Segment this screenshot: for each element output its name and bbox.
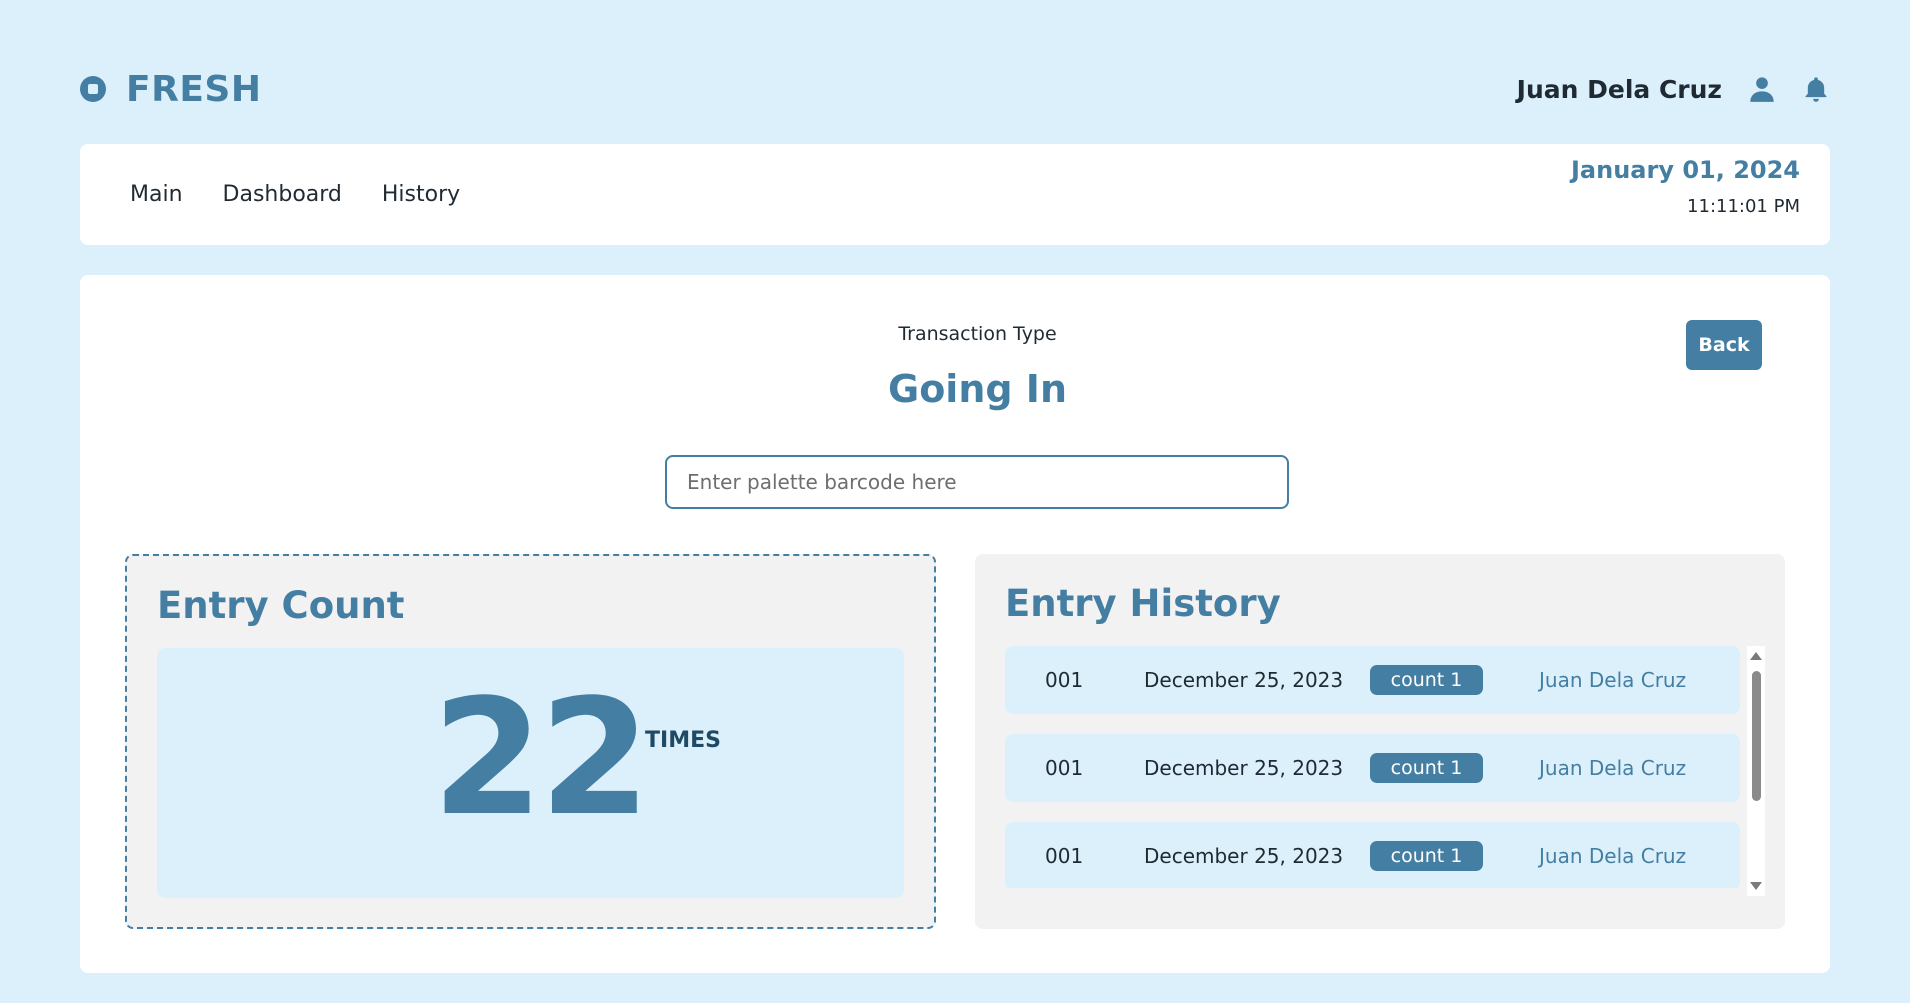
history-row-user: Juan Dela Cruz xyxy=(1539,844,1687,868)
back-button[interactable]: Back xyxy=(1686,320,1762,370)
main-card: Transaction Type Going In Back Entry Cou… xyxy=(80,275,1830,973)
entry-count-box: 22 TIMES xyxy=(157,648,904,898)
entry-count-value: 22 xyxy=(432,664,651,851)
history-scrollbar[interactable] xyxy=(1747,646,1765,896)
entry-count-unit: TIMES xyxy=(645,728,721,753)
history-row[interactable]: 001 December 25, 2023 count 1 Juan Dela … xyxy=(1005,822,1740,888)
brand-logo-icon xyxy=(80,76,106,102)
nav-item-main[interactable]: Main xyxy=(130,182,183,207)
bell-icon[interactable] xyxy=(1802,73,1830,105)
user-icon[interactable] xyxy=(1748,73,1776,105)
history-row-user: Juan Dela Cruz xyxy=(1539,668,1687,692)
entry-count-title: Entry Count xyxy=(157,584,405,627)
scroll-thumb[interactable] xyxy=(1752,671,1761,801)
entry-history-title: Entry History xyxy=(1005,582,1281,625)
nav-links: Main Dashboard History xyxy=(130,182,460,207)
datetime: January 01, 2024 11:11:01 PM xyxy=(1571,144,1800,217)
history-row-date: December 25, 2023 xyxy=(1144,668,1344,692)
barcode-input[interactable] xyxy=(665,455,1289,509)
entry-history-panel: Entry History 001 December 25, 2023 coun… xyxy=(975,554,1785,929)
history-row-date: December 25, 2023 xyxy=(1144,844,1344,868)
history-row-id: 001 xyxy=(1045,668,1084,692)
brand[interactable]: FRESH xyxy=(80,69,261,110)
entry-history-list[interactable]: 001 December 25, 2023 count 1 Juan Dela … xyxy=(1005,646,1740,888)
user-area: Juan Dela Cruz xyxy=(1517,73,1830,105)
history-row-count-badge: count 1 xyxy=(1370,753,1483,783)
nav-bar: Main Dashboard History January 01, 2024 … xyxy=(80,144,1830,245)
page: FRESH Juan Dela Cruz Main Dashboard Hist… xyxy=(0,0,1910,1003)
transaction-type-label: Transaction Type xyxy=(898,323,1057,345)
current-time: 11:11:01 PM xyxy=(1687,196,1800,217)
history-row-date: December 25, 2023 xyxy=(1144,756,1344,780)
brand-name: FRESH xyxy=(126,68,262,110)
user-name: Juan Dela Cruz xyxy=(1516,74,1722,104)
history-row[interactable]: 001 December 25, 2023 count 1 Juan Dela … xyxy=(1005,734,1740,802)
scroll-up-icon[interactable] xyxy=(1750,652,1762,660)
nav-item-history[interactable]: History xyxy=(382,182,460,207)
nav-item-dashboard[interactable]: Dashboard xyxy=(223,182,342,207)
history-row-user: Juan Dela Cruz xyxy=(1539,756,1687,780)
top-bar: FRESH Juan Dela Cruz xyxy=(80,64,1830,114)
history-row-count-badge: count 1 xyxy=(1370,665,1483,695)
history-row-id: 001 xyxy=(1045,756,1084,780)
entry-count-panel: Entry Count 22 TIMES xyxy=(125,554,936,929)
history-row-id: 001 xyxy=(1045,844,1084,868)
scroll-down-icon[interactable] xyxy=(1750,882,1762,890)
history-row[interactable]: 001 December 25, 2023 count 1 Juan Dela … xyxy=(1005,646,1740,714)
current-date: January 01, 2024 xyxy=(1571,156,1800,184)
history-row-count-badge: count 1 xyxy=(1370,841,1483,871)
transaction-type-value: Going In xyxy=(888,367,1067,411)
